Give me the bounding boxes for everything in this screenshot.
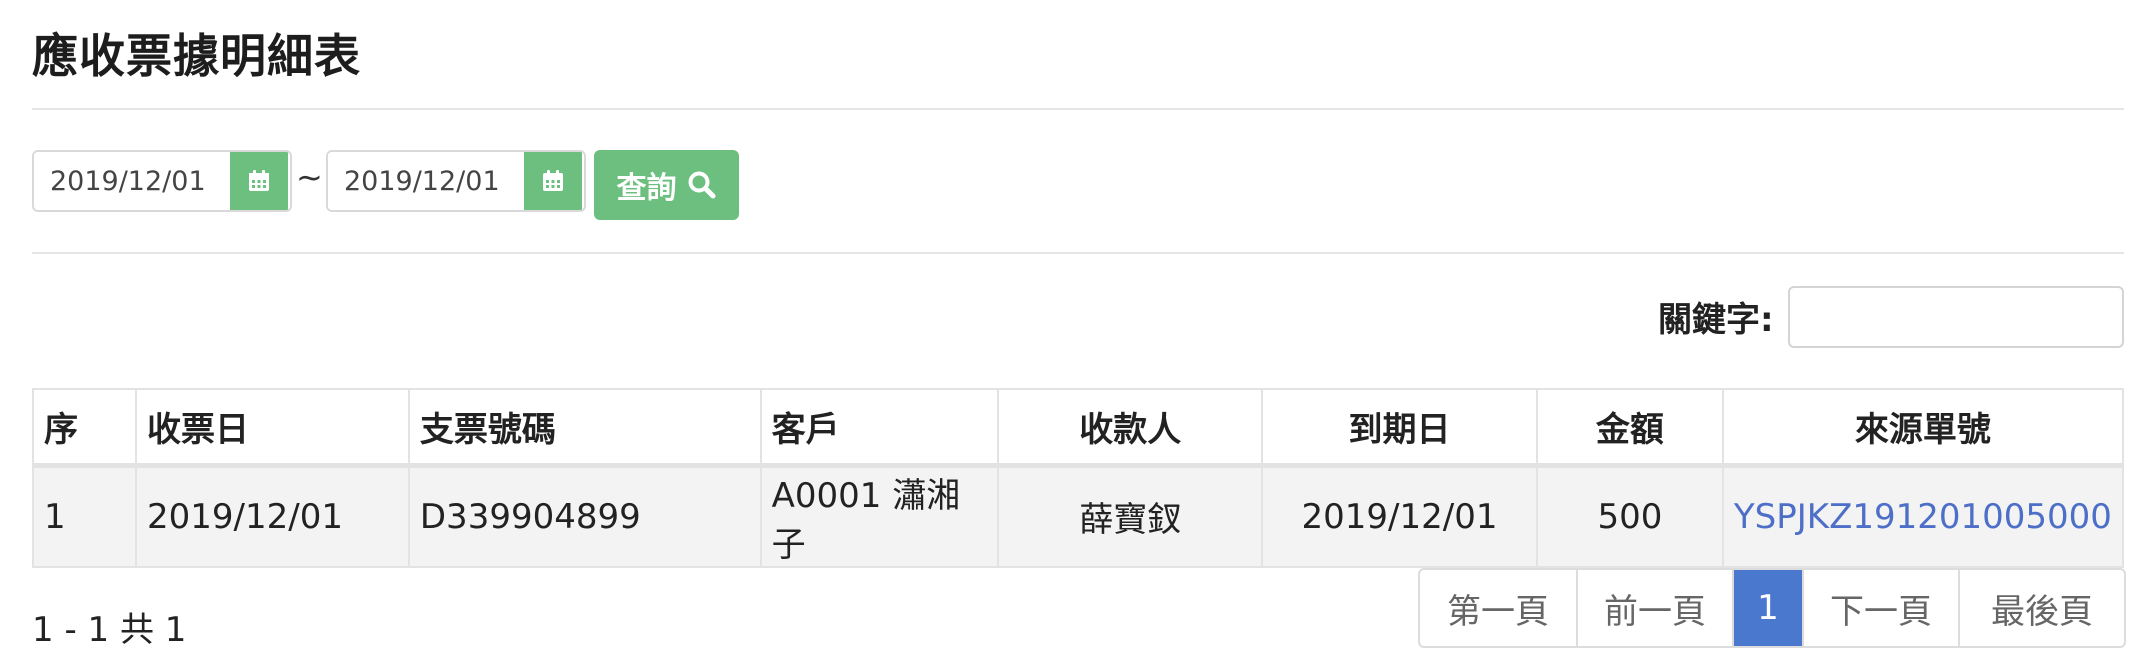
cell-check-no: D339904899	[407, 464, 762, 568]
header-payee[interactable]: 收款人	[997, 388, 1264, 468]
table-row: 1 2019/12/01 D339904899 A0001 瀟湘子 薛寶釵 20…	[31, 464, 2125, 568]
header-seq[interactable]: 序	[31, 388, 138, 468]
keyword-label: 關鍵字:	[1658, 300, 1774, 340]
page: 應收票據明細表 ~	[0, 0, 2144, 668]
cell-receive-date: 2019/12/01	[135, 464, 410, 568]
end-date-input[interactable]	[328, 152, 524, 210]
check-detail-table: 序 收票日 支票號碼 客戶 收款人 到期日 金額 來源單號 1 2019/12/…	[31, 388, 2125, 568]
end-date-calendar-button[interactable]	[524, 152, 582, 210]
header-amount[interactable]: 金額	[1535, 388, 1724, 468]
date-range-separator: ~	[296, 158, 323, 196]
query-button[interactable]: 查詢	[594, 150, 739, 220]
pagination: 第一頁 前一頁 1 下一頁 最後頁	[1418, 568, 2126, 648]
keyword-input[interactable]	[1788, 286, 2124, 348]
start-date-group	[32, 150, 292, 212]
query-button-label: 查詢	[616, 171, 677, 206]
calendar-icon	[249, 170, 269, 191]
current-page-button[interactable]: 1	[1732, 570, 1802, 646]
next-page-button[interactable]: 下一頁	[1802, 570, 1958, 646]
pagination-summary: 1 - 1 共 1	[32, 610, 187, 650]
cell-seq: 1	[31, 464, 138, 568]
prev-page-button[interactable]: 前一頁	[1576, 570, 1732, 646]
first-page-button[interactable]: 第一頁	[1420, 570, 1576, 646]
cell-due-date: 2019/12/01	[1261, 464, 1538, 568]
source-no-link[interactable]: YSPJKZ191201005000	[1734, 497, 2112, 537]
cell-payee: 薛寶釵	[997, 464, 1264, 568]
header-due-date[interactable]: 到期日	[1261, 388, 1538, 468]
header-source-no[interactable]: 來源單號	[1721, 388, 2125, 468]
table-header-row: 序 收票日 支票號碼 客戶 收款人 到期日 金額 來源單號	[31, 388, 2125, 468]
filter-divider	[32, 252, 2124, 254]
page-title: 應收票據明細表	[32, 29, 361, 83]
header-check-no[interactable]: 支票號碼	[407, 388, 762, 468]
cell-customer: A0001 瀟湘子	[759, 464, 1000, 568]
search-icon	[688, 171, 715, 199]
calendar-icon	[543, 170, 563, 191]
header-receive-date[interactable]: 收票日	[135, 388, 410, 468]
end-date-group	[326, 150, 586, 212]
start-date-input[interactable]	[34, 152, 230, 210]
cell-source-no: YSPJKZ191201005000	[1721, 464, 2125, 568]
header-customer[interactable]: 客戶	[759, 388, 1000, 468]
title-divider	[32, 108, 2124, 110]
cell-amount: 500	[1535, 464, 1724, 568]
start-date-calendar-button[interactable]	[230, 152, 288, 210]
last-page-button[interactable]: 最後頁	[1958, 570, 2124, 646]
